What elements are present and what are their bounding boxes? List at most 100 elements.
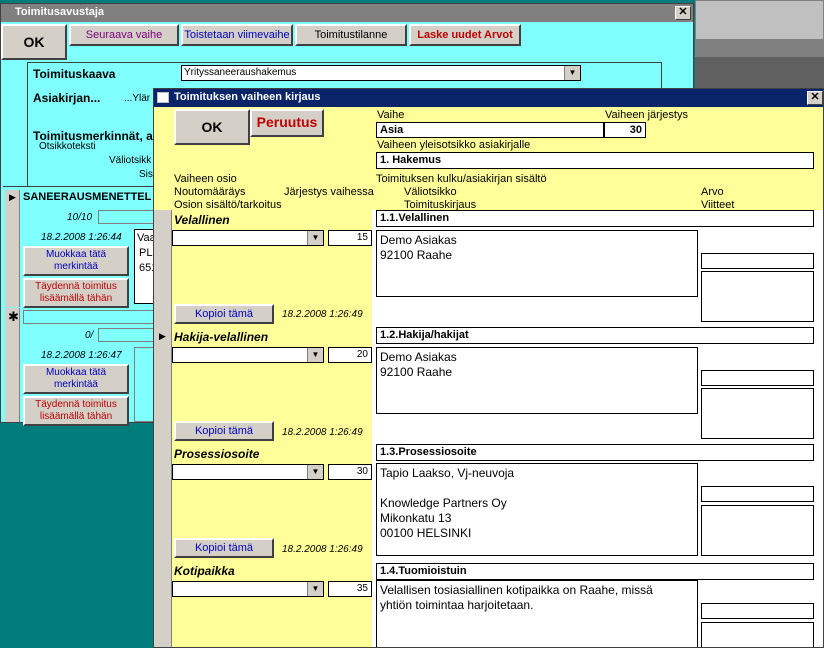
viitteet-field-row-3[interactable] xyxy=(701,505,814,556)
record-selector-1[interactable]: ▶ xyxy=(5,190,20,307)
valiotsikko-field-row-3[interactable]: 1.3.Prosessiosoite xyxy=(376,444,814,461)
toimitusavustaja-titlebar: Toimitusavustaja xyxy=(1,4,693,22)
toimituskirjaus-text-row-2[interactable]: Demo Asiakas 92100 Raahe xyxy=(376,347,698,414)
valiotsikko-field-row-2[interactable]: 1.2.Hakija/hakijat xyxy=(376,327,814,344)
current-record-icon: ▶ xyxy=(9,192,16,202)
jarjestys-field[interactable]: 30 xyxy=(604,122,646,138)
valiotsikko-label: Väliotsikk xyxy=(109,155,152,166)
noutomaarays-select-row-1[interactable]: ▼ xyxy=(172,230,324,246)
col-jarjestys-vaihessa: Järjestys vaihessa xyxy=(284,186,374,198)
order-value-row-3: 30 xyxy=(356,466,368,477)
viitteet-field-row-2[interactable] xyxy=(701,388,814,439)
toimituskirjaus-text-row-1[interactable]: Demo Asiakas 92100 Raahe xyxy=(376,230,698,297)
add-entry-button-2[interactable]: Täydennä toimitus lisäämällä tähän xyxy=(23,396,129,426)
valiotsikko-value-row-3: 1.3.Prosessiosoite xyxy=(380,446,477,458)
order-value-row-4: 35 xyxy=(356,583,368,594)
edit-entry-button-2[interactable]: Muokkaa tätä merkintää xyxy=(23,364,129,394)
vaihe-label: Vaihe xyxy=(377,109,405,121)
record-counter-2: 0/ xyxy=(85,330,94,341)
order-field-row-2[interactable]: 20 xyxy=(328,347,372,363)
order-value-row-1: 15 xyxy=(356,232,368,243)
subform-header: SANEERAUSMENETTEL xyxy=(23,191,152,203)
toimituskaava-select[interactable]: Yrityssaneeraushakemus ▼ xyxy=(181,65,581,81)
arvo-field-row-3[interactable] xyxy=(701,486,814,502)
toimituskirjaus-text-row-4[interactable]: Velallisen tosiasiallinen kotipaikka on … xyxy=(376,580,698,647)
cancel-button[interactable]: Peruutus xyxy=(250,109,324,137)
col-noutomaarays: Noutomääräys xyxy=(174,186,246,198)
asiakirjan-label: Asiakirjan... xyxy=(33,91,101,105)
vaiheen-kirjaus-window: Toimituksen vaiheen kirjaus ✕ OK Peruutu… xyxy=(153,88,824,648)
col-arvo: Arvo xyxy=(701,186,724,198)
order-field-row-4[interactable]: 35 xyxy=(328,581,372,597)
edit-entry-button-1[interactable]: Muokkaa tätä merkintää xyxy=(23,246,129,276)
chevron-down-icon[interactable]: ▼ xyxy=(564,66,580,80)
vaihe-field[interactable]: Asia xyxy=(376,122,604,138)
form-icon xyxy=(157,92,169,103)
toimituskaava-value: Yrityssaneeraushakemus xyxy=(184,67,297,78)
jarjestys-label: Vaiheen järjestys xyxy=(605,109,688,121)
valiotsikko-field-row-4[interactable]: 1.4.Tuomioistuin xyxy=(376,563,814,580)
valiotsikko-value-row-2: 1.2.Hakija/hakijat xyxy=(380,329,469,341)
arvo-field-row-2[interactable] xyxy=(701,370,814,386)
record-selector-row-2[interactable]: ▶ xyxy=(154,327,172,444)
add-entry-button-1[interactable]: Täydennä toimitus lisäämällä tähän xyxy=(23,278,129,308)
record-date-2: 18.2.2008 1:26:47 xyxy=(41,350,122,361)
status-button[interactable]: Toimitustilanne xyxy=(295,24,407,46)
date-row-1: 18.2.2008 1:26:49 xyxy=(282,309,363,320)
vaiheen-kirjaus-titlebar: Toimituksen vaiheen kirjaus xyxy=(154,89,823,107)
yleisotsikko-label: Vaiheen yleisotsikko asiakirjalle xyxy=(377,139,531,151)
copy-button-row-2[interactable]: Kopioi tämä xyxy=(174,421,274,441)
close-icon[interactable]: ✕ xyxy=(675,6,691,20)
noutomaarays-select-row-4[interactable]: ▼ xyxy=(172,581,324,597)
copy-button-row-1[interactable]: Kopioi tämä xyxy=(174,304,274,324)
record-counter-1: 10/10 xyxy=(67,212,93,223)
bg-window-right-title xyxy=(695,40,824,57)
date-row-3: 18.2.2008 1:26:49 xyxy=(282,544,363,555)
new-record-icon: ✱ xyxy=(8,309,19,324)
record-selector-new[interactable]: ✱ xyxy=(5,308,20,422)
chevron-down-icon[interactable]: ▼ xyxy=(307,582,323,596)
window-title: Toimitusavustaja xyxy=(15,6,105,18)
chevron-down-icon[interactable]: ▼ xyxy=(307,465,323,479)
current-record-icon: ▶ xyxy=(159,331,166,341)
valiotsikko-field-row-1[interactable]: 1.1.Velallinen xyxy=(376,210,814,227)
subform-text-line-2: PL xyxy=(139,247,153,259)
noutomaarays-select-row-3[interactable]: ▼ xyxy=(172,464,324,480)
bg-window-top-right xyxy=(695,0,824,40)
date-row-2: 18.2.2008 1:26:49 xyxy=(282,427,363,438)
viitteet-field-row-1[interactable] xyxy=(701,271,814,322)
copy-button-row-3[interactable]: Kopioi tämä xyxy=(174,538,274,558)
next-phase-button[interactable]: Seuraava vaihe xyxy=(69,24,179,46)
record-selector-row-1[interactable] xyxy=(154,210,172,327)
ok-button[interactable]: OK xyxy=(1,24,67,60)
subform-field-2b[interactable] xyxy=(98,328,158,342)
noutomaarays-select-row-2[interactable]: ▼ xyxy=(172,347,324,363)
toimituskirjaus-text-row-3[interactable]: Tapio Laakso, Vj-neuvoja Knowledge Partn… xyxy=(376,463,698,556)
col-vaiheen-osio: Vaiheen osio xyxy=(174,173,237,185)
arvo-field-row-1[interactable] xyxy=(701,253,814,269)
subform-field-2a[interactable] xyxy=(23,310,158,324)
subform-field-1[interactable] xyxy=(98,210,158,224)
close-icon[interactable]: ✕ xyxy=(807,91,823,105)
order-field-row-3[interactable]: 30 xyxy=(328,464,372,480)
recalc-button[interactable]: Laske uudet Arvot xyxy=(409,24,521,46)
window-title: Toimituksen vaiheen kirjaus xyxy=(174,91,321,103)
yleisotsikko-value: 1. Hakemus xyxy=(380,154,442,166)
repeat-phase-button[interactable]: Toistetaan viimevaihe xyxy=(181,24,293,46)
viitteet-field-row-4[interactable] xyxy=(701,622,814,647)
chevron-down-icon[interactable]: ▼ xyxy=(307,348,323,362)
yleisotsikko-field[interactable]: 1. Hakemus xyxy=(376,152,814,169)
arvo-field-row-4[interactable] xyxy=(701,603,814,619)
col-kulku: Toimituksen kulku/asiakirjan sisältö xyxy=(376,173,547,185)
ok-button[interactable]: OK xyxy=(174,109,250,145)
order-field-row-1[interactable]: 15 xyxy=(328,230,372,246)
chevron-down-icon[interactable]: ▼ xyxy=(307,231,323,245)
record-selector-row-4[interactable] xyxy=(154,561,172,647)
valiotsikko-value-row-1: 1.1.Velallinen xyxy=(380,212,450,224)
asiakirjan-sub-label: ...Ylär xyxy=(124,93,151,104)
sis-label: Sis xyxy=(139,169,153,180)
osio-name-row-3: Prosessiosoite xyxy=(174,447,260,461)
record-selector-row-3[interactable] xyxy=(154,444,172,561)
vaihe-value: Asia xyxy=(380,124,404,136)
osio-name-row-4: Kotipaikka xyxy=(174,564,235,578)
